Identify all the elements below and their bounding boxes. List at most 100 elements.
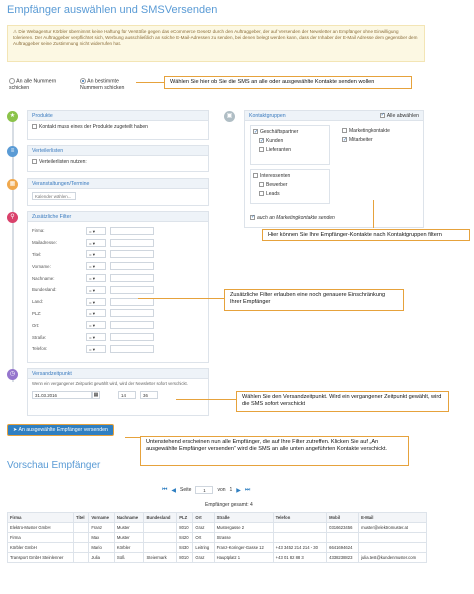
- filter-value-input[interactable]: [110, 274, 154, 283]
- table-cell: [358, 532, 427, 543]
- column-header[interactable]: PLZ: [176, 512, 194, 523]
- hour-select[interactable]: 14: [118, 391, 136, 399]
- radio-send-all[interactable]: An alle Nummern schicken: [9, 78, 71, 91]
- filter-value-input[interactable]: [110, 250, 154, 259]
- next-page-icon[interactable]: ▶: [236, 487, 241, 494]
- filter-operator-select[interactable]: = ▾: [86, 285, 106, 294]
- filter-operator-select[interactable]: = ▾: [86, 309, 106, 318]
- filter-row: Straße: = ▾: [32, 331, 204, 343]
- filter-value-input[interactable]: [110, 321, 154, 330]
- table-cell: [143, 532, 178, 543]
- checkbox-icon[interactable]: [259, 137, 264, 146]
- table-cell: Transport GmbH Steinlenner: [7, 552, 74, 563]
- column-header[interactable]: Mobil: [326, 512, 360, 523]
- filter-value-input[interactable]: [110, 238, 154, 247]
- filter-operator-select[interactable]: = ▾: [86, 321, 106, 330]
- table-cell: Franz-Koringer-Gasse 12: [213, 542, 274, 553]
- operator-value: =: [89, 240, 92, 246]
- filter-operator-select[interactable]: = ▾: [86, 250, 106, 259]
- panel-versand: Versandzeitpunkt Wenn ein vergangener Ze…: [27, 368, 209, 416]
- table-cell: Körbler GmbH: [7, 542, 74, 553]
- filter-value-input[interactable]: [110, 344, 154, 353]
- checkbox-icon[interactable]: [32, 159, 37, 165]
- radio-icon[interactable]: [80, 78, 86, 84]
- column-header[interactable]: Straße: [213, 512, 274, 523]
- star-icon: ★: [7, 111, 18, 122]
- column-header[interactable]: Telefon: [272, 512, 328, 523]
- column-header[interactable]: E-Mail: [358, 512, 427, 523]
- table-cell: 0316623456: [326, 522, 360, 533]
- recipient-count: Empfänger gesamt: 4: [205, 502, 253, 508]
- operator-value: =: [89, 287, 92, 293]
- group-checkbox[interactable]: Kunden: [253, 137, 327, 146]
- column-header[interactable]: Vorname: [88, 512, 115, 523]
- filter-operator-select[interactable]: = ▾: [86, 297, 106, 306]
- page-input[interactable]: 1: [195, 486, 214, 494]
- table-cell: 4338238823: [326, 552, 360, 563]
- send-button[interactable]: ➤ An ausgewählte Empfänger versenden: [7, 424, 114, 436]
- checkbox-icon[interactable]: [253, 173, 258, 179]
- first-page-icon[interactable]: ⏮: [162, 487, 167, 494]
- recipients-table: Firma Titel Vorname Nachname Bundesland PLZ Or…: [7, 512, 427, 563]
- filter-operator-select[interactable]: = ▾: [86, 344, 106, 353]
- panel-produkte: Produkte Kontakt muss eines der Produkte…: [27, 110, 209, 140]
- minute-select[interactable]: 36: [140, 391, 158, 399]
- group-checkbox[interactable]: Geschäftspartner: [253, 128, 327, 137]
- column-header[interactable]: Ort: [192, 512, 215, 523]
- callout-arrow: [373, 200, 374, 228]
- filter-value-input[interactable]: [110, 226, 154, 235]
- filter-value-input[interactable]: [110, 262, 154, 271]
- group-checkbox[interactable]: Leads: [253, 190, 327, 199]
- calendar-select[interactable]: Kalender wählen...: [32, 192, 76, 200]
- checkbox-icon[interactable]: [253, 128, 258, 137]
- group-checkbox[interactable]: Bewerber: [253, 181, 327, 190]
- group-checkbox[interactable]: Mitarbeiter: [342, 136, 416, 145]
- filter-value-input[interactable]: [110, 333, 154, 342]
- table-cell: Graz: [192, 522, 215, 533]
- callout-filters: Zusätzliche Filter erlauben eine noch ge…: [224, 289, 404, 311]
- filter-operator-select[interactable]: = ▾: [86, 238, 106, 247]
- deselect-all-button[interactable]: Alle abwählen: [379, 112, 419, 119]
- prev-page-icon[interactable]: ◀: [171, 487, 176, 494]
- filter-operator-select[interactable]: = ▾: [86, 333, 106, 342]
- operator-value: =: [89, 311, 92, 317]
- calendar-icon[interactable]: ▦: [92, 391, 100, 399]
- checkbox-icon[interactable]: [342, 128, 347, 134]
- filter-value-input[interactable]: [110, 285, 154, 294]
- group-checkbox[interactable]: Lieferanten: [253, 146, 327, 155]
- table-cell: 6641694624: [326, 542, 360, 553]
- checkbox-icon[interactable]: [259, 147, 264, 153]
- group-checkbox[interactable]: Interessenten: [253, 172, 327, 181]
- checkbox-icon[interactable]: [342, 136, 347, 145]
- panel-header: Kontaktgruppen Alle abwählen: [245, 111, 423, 121]
- marketing-checkbox[interactable]: auch an Marketingkontakte senden: [250, 214, 335, 221]
- checkbox-label: auch an Marketingkontakte senden: [257, 215, 335, 221]
- callout-arrow: [125, 437, 140, 438]
- filter-value-input[interactable]: [110, 309, 154, 318]
- filter-operator-select[interactable]: = ▾: [86, 262, 106, 271]
- checkbox-icon[interactable]: [250, 214, 255, 221]
- column-header[interactable]: Firma: [7, 512, 74, 523]
- filter-row: PLZ: = ▾: [32, 308, 204, 320]
- produkte-checkbox[interactable]: Kontakt muss eines der Produkte zugeteil…: [28, 121, 208, 133]
- checkbox-icon[interactable]: [379, 112, 385, 119]
- filter-operator-select[interactable]: = ▾: [86, 226, 106, 235]
- verteiler-checkbox[interactable]: Verteilerlisten nutzen:: [28, 156, 208, 168]
- filter-operator-select[interactable]: = ▾: [86, 274, 106, 283]
- date-input[interactable]: 31.03.2016: [32, 391, 92, 399]
- radio-send-selected[interactable]: An bestimmte Nummern schicken: [80, 78, 136, 91]
- callout-time: Wählen Sie den Versandzeitpunkt. Wird ei…: [236, 391, 449, 412]
- group-checkbox[interactable]: Marketingkontakte: [342, 127, 416, 136]
- last-page-icon[interactable]: ⏭: [245, 487, 250, 494]
- column-header[interactable]: Nachname: [113, 512, 145, 523]
- of-label: von: [217, 487, 226, 493]
- filter-label: Titel:: [32, 251, 42, 257]
- checkbox-icon[interactable]: [259, 182, 264, 188]
- search-icon: ⚲: [7, 212, 18, 223]
- column-header[interactable]: Bundesland: [143, 512, 178, 523]
- checkbox-icon[interactable]: [259, 191, 264, 197]
- versand-note: Wenn ein vergangener Zeitpunkt gewählt w…: [32, 381, 188, 386]
- radio-icon[interactable]: [9, 78, 15, 84]
- column-header[interactable]: Titel: [72, 512, 90, 523]
- checkbox-icon[interactable]: [32, 124, 37, 130]
